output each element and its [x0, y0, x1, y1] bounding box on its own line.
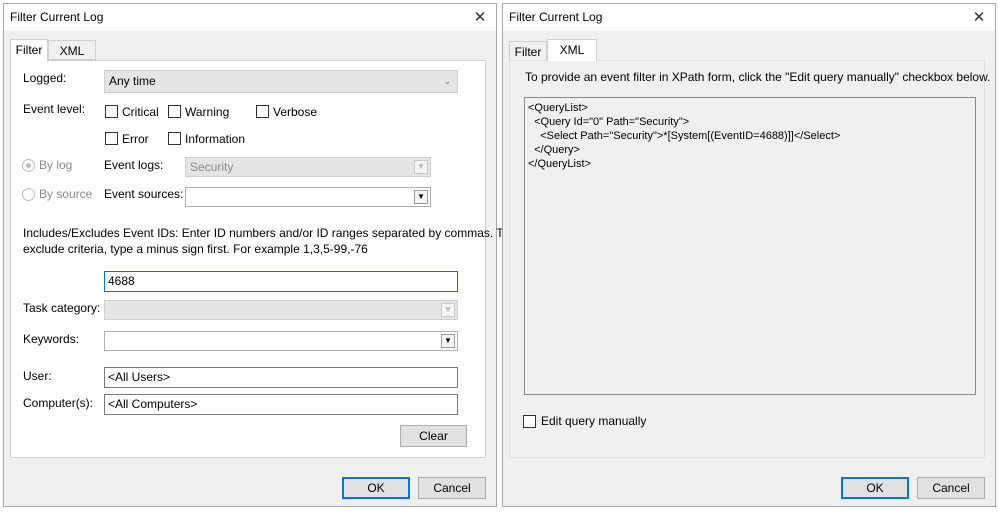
by-source-radio[interactable] — [22, 188, 35, 201]
error-label: Error — [122, 132, 149, 146]
edit-manually-label: Edit query manually — [541, 414, 647, 428]
tab-xml[interactable]: XML — [48, 40, 96, 60]
event-sources-dropdown[interactable]: ▼ — [185, 187, 431, 207]
computer-input[interactable]: <All Computers> — [104, 394, 458, 415]
edit-manually-checkbox[interactable] — [523, 415, 536, 428]
cancel-button[interactable]: Cancel — [418, 477, 486, 499]
xml-panel: To provide an event filter in XPath form… — [509, 60, 990, 458]
filter-dialog-right: Filter Current Log ✕ Filter XML To provi… — [502, 3, 996, 507]
logged-value: Any time — [109, 74, 156, 88]
event-ids-value: 4688 — [108, 274, 135, 288]
critical-label: Critical — [122, 105, 159, 119]
filter-panel: Logged: Any time ⌄ Event level: Critical… — [10, 60, 510, 458]
dialog-title: Filter Current Log — [509, 10, 603, 24]
event-logs-value: Security — [190, 160, 234, 174]
xml-instruction: To provide an event filter in XPath form… — [525, 70, 991, 84]
dialog-title: Filter Current Log — [10, 10, 104, 24]
by-log-radio[interactable] — [22, 159, 35, 172]
computer-label: Computer(s): — [23, 396, 94, 410]
error-checkbox[interactable] — [105, 132, 118, 145]
user-label: User: — [23, 369, 52, 383]
tab-filter[interactable]: Filter — [509, 41, 547, 61]
cancel-button[interactable]: Cancel — [917, 477, 985, 499]
by-log-label: By log — [39, 158, 73, 172]
warning-checkbox[interactable] — [168, 105, 181, 118]
information-checkbox[interactable] — [168, 132, 181, 145]
includes-description: Includes/Excludes Event IDs: Enter ID nu… — [23, 225, 510, 257]
event-ids-input[interactable]: 4688 — [104, 271, 458, 292]
title-bar: Filter Current Log ✕ — [4, 4, 496, 31]
tab-filter-label: Filter — [15, 43, 43, 57]
computer-value: <All Computers> — [108, 397, 198, 411]
logged-label: Logged: — [23, 71, 67, 85]
verbose-checkbox[interactable] — [256, 105, 269, 118]
user-value: <All Users> — [108, 370, 171, 384]
tab-xml-label: XML — [559, 43, 585, 57]
event-level-label: Event level: — [23, 102, 86, 116]
information-label: Information — [185, 132, 246, 146]
tab-xml[interactable]: XML — [547, 39, 597, 61]
keywords-label: Keywords: — [23, 332, 80, 346]
title-bar: Filter Current Log ✕ — [503, 4, 995, 31]
event-logs-dropdown[interactable]: Security ▼ — [185, 157, 431, 177]
chevron-down-icon: ⌄ — [443, 76, 451, 86]
event-sources-label: Event sources: — [104, 187, 184, 201]
event-logs-label: Event logs: — [104, 158, 164, 172]
includes-description-line2: exclude criteria, type a minus sign firs… — [23, 242, 368, 256]
close-icon[interactable]: ✕ — [969, 4, 989, 31]
includes-description-line1: Includes/Excludes Event IDs: Enter ID nu… — [23, 226, 510, 240]
ok-button[interactable]: OK — [841, 477, 909, 499]
tab-filter[interactable]: Filter — [10, 39, 48, 61]
user-input[interactable]: <All Users> — [104, 367, 458, 388]
task-category-label: Task category: — [23, 301, 101, 315]
by-source-label: By source — [39, 187, 93, 201]
verbose-label: Verbose — [273, 105, 318, 119]
tab-xml-label: XML — [59, 44, 85, 58]
xml-query-text: <QueryList> <Query Id="0" Path="Security… — [524, 97, 976, 395]
keywords-dropdown[interactable]: ▼ — [104, 331, 458, 351]
clear-button[interactable]: Clear — [400, 425, 467, 447]
ok-button[interactable]: OK — [342, 477, 410, 499]
dropdown-arrow-icon: ▼ — [414, 160, 428, 174]
filter-dialog-left: Filter Current Log ✕ Filter XML Logged: … — [3, 3, 510, 507]
dropdown-arrow-icon: ▼ — [441, 303, 455, 317]
close-icon[interactable]: ✕ — [470, 4, 490, 31]
warning-label: Warning — [185, 105, 230, 119]
logged-dropdown[interactable]: Any time ⌄ — [104, 70, 458, 93]
tab-filter-label: Filter — [514, 45, 542, 59]
dropdown-arrow-icon: ▼ — [441, 334, 455, 348]
critical-checkbox[interactable] — [105, 105, 118, 118]
dropdown-arrow-icon: ▼ — [414, 190, 428, 204]
task-category-dropdown[interactable]: ▼ — [104, 300, 458, 320]
